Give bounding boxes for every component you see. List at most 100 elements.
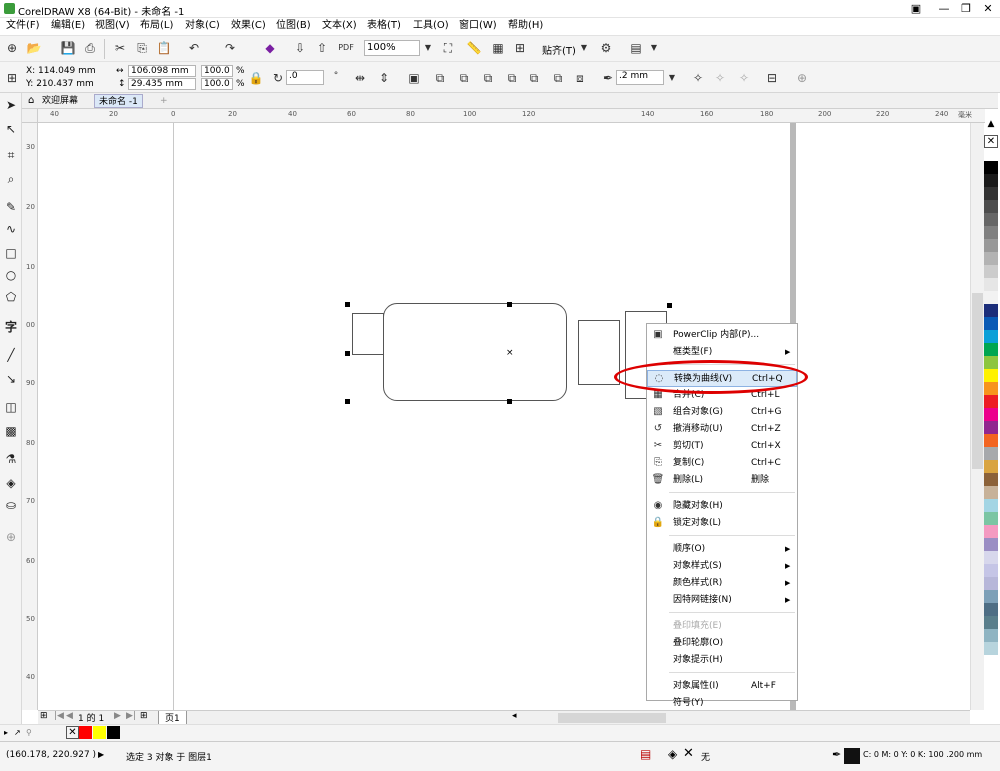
selection-handle[interactable] [345,399,350,404]
back-minus-front-icon[interactable]: ⧉ [550,70,566,86]
first-page-icon[interactable]: |◀ [54,711,64,721]
palette-swatch[interactable] [984,278,998,291]
vertical-ruler[interactable]: 30 20 10 00 90 80 70 60 50 40 [22,123,38,710]
add-page-before-icon[interactable]: ⊞ [40,711,48,721]
palette-swatch[interactable] [984,343,998,356]
palette-swatch[interactable] [984,499,998,512]
menu-object[interactable]: 对象(C) [185,19,220,33]
zoom-tool-icon[interactable]: ⌕ [3,171,19,187]
fill-bucket-icon[interactable]: ◈ [668,747,677,761]
palette-swatch[interactable] [984,330,998,343]
context-menu-item[interactable]: 🗑 删除(L) 删除 [647,472,797,489]
zoom-dropdown-chevron-icon[interactable]: ▼ [420,40,436,56]
docbar-swatch[interactable] [79,726,92,739]
tab-document[interactable]: 未命名 -1 [94,94,143,108]
shape-tool-icon[interactable]: ↖ [3,121,19,137]
context-menu-item[interactable]: 颜色样式(R) ▶ [647,575,797,592]
options-gear-icon[interactable]: ⚙ [598,40,614,56]
snap-to-dropdown[interactable]: 贴齐(T) [542,42,576,57]
previous-page-icon[interactable]: ◀ [66,711,73,721]
context-menu-item[interactable]: ✂ 剪切(T) Ctrl+X [647,438,797,455]
artistic-media-tool-icon[interactable]: ∿ [3,221,19,237]
palette-swatch[interactable] [984,161,998,174]
import-icon[interactable]: ⇩ [292,40,308,56]
horizontal-ruler[interactable]: 40 20 0 20 40 60 80 100 120 140 160 180 … [38,109,985,123]
context-menu-item[interactable]: 对象属性(I) Alt+F [647,678,797,695]
no-color-swatch-icon[interactable]: ✕ [984,135,998,148]
menu-tools[interactable]: 工具(O) [413,19,449,33]
copy-icon[interactable]: ⎘ [134,40,150,56]
parallel-dimension-tool-icon[interactable]: ╱ [3,347,19,363]
palette-swatch[interactable] [984,317,998,330]
close-button[interactable]: ✕ [978,1,998,16]
context-menu-item[interactable]: ↺ 撤消移动(U) Ctrl+Z [647,421,797,438]
crop-tool-icon[interactable]: ⌗ [3,147,19,163]
tab-welcome-screen[interactable]: 欢迎屏幕 [38,94,82,108]
scrollbar-thumb[interactable] [972,293,983,469]
rotation-angle-field[interactable]: .0 [286,70,324,85]
launcher-chevron-icon[interactable]: ▼ [646,40,662,56]
freehand-tool-icon[interactable]: ✎ [3,199,19,215]
palette-swatch[interactable] [984,421,998,434]
quick-customize-icon[interactable]: ✧ [712,70,728,86]
zoom-level-field[interactable]: 100% [364,40,420,56]
color-proof-icon[interactable]: ▤ [640,747,651,761]
palette-swatch[interactable] [984,434,998,447]
palette-swatch[interactable] [984,382,998,395]
minimize-button[interactable]: — [934,1,954,16]
palette-swatch[interactable] [984,187,998,200]
mirror-horizontal-icon[interactable]: ⇹ [352,70,368,86]
docbar-swatch[interactable] [93,726,106,739]
connector-tool-icon[interactable]: ↘ [3,371,19,387]
palette-swatch[interactable] [984,460,998,473]
palette-swatch[interactable] [984,213,998,226]
smart-fill-tool-icon[interactable]: ⛀ [3,497,19,513]
palette-swatch[interactable] [984,590,998,603]
simplify-icon[interactable]: ⧉ [504,70,520,86]
selection-handle[interactable] [507,399,512,404]
intersect-icon[interactable]: ⧉ [480,70,496,86]
user-icon[interactable]: ▣ [906,1,926,16]
menu-table[interactable]: 表格(T) [367,19,401,33]
palette-swatch[interactable] [984,174,998,187]
palette-swatch[interactable] [984,265,998,278]
open-icon[interactable]: 📂 [26,40,42,56]
outline-color-swatch[interactable] [844,748,860,764]
application-launcher-icon[interactable]: ▤ [628,40,644,56]
pick-tool-icon[interactable]: ➤ [3,97,19,113]
menu-text[interactable]: 文本(X) [322,19,357,33]
palette-option-icon[interactable]: ⚲ [26,728,32,737]
palette-swatch[interactable] [984,629,998,642]
menu-bitmaps[interactable]: 位图(B) [276,19,311,33]
docbar-swatch[interactable] [107,726,120,739]
redo-icon[interactable]: ↷ [222,40,238,56]
rectangle-tool-icon[interactable]: □ [3,245,19,261]
menu-window[interactable]: 窗口(W) [459,19,497,33]
eyedropper-tool-icon[interactable]: ⚗ [3,451,19,467]
export-icon[interactable]: ⇧ [314,40,330,56]
palette-menu-icon[interactable]: ▸ [4,728,8,737]
add-tab-button[interactable]: + [156,94,172,108]
undo-icon[interactable]: ↶ [186,40,202,56]
ruler-origin[interactable] [22,109,38,123]
palette-swatch[interactable] [984,369,998,382]
context-menu-item[interactable]: 框类型(F) ▶ [647,344,797,361]
palette-swatch[interactable] [984,603,998,616]
align-distribute-icon[interactable]: ⊟ [764,70,780,86]
transform-icon[interactable]: ✧ [736,70,752,86]
interactive-fill-tool-icon[interactable]: ◈ [3,475,19,491]
selection-handle[interactable] [345,302,350,307]
guidelines-icon[interactable]: ⊞ [512,40,528,56]
rulers-icon[interactable]: 📏 [466,40,482,56]
palette-swatch[interactable] [984,642,998,655]
context-menu-item[interactable]: 对象样式(S) ▶ [647,558,797,575]
palette-swatch[interactable] [984,538,998,551]
menu-help[interactable]: 帮助(H) [508,19,543,33]
context-menu-item[interactable]: ⎘ 复制(C) Ctrl+C [647,455,797,472]
add-tool-icon[interactable]: ⊕ [3,529,19,545]
weld-icon[interactable]: ⧉ [432,70,448,86]
context-menu-item[interactable]: 对象提示(H) [647,652,797,669]
search-content-icon[interactable]: ◆ [262,40,278,56]
context-menu-item[interactable]: ▣ PowerClip 内部(P)... [647,327,797,344]
lock-ratio-icon[interactable]: 🔒 [248,70,264,86]
